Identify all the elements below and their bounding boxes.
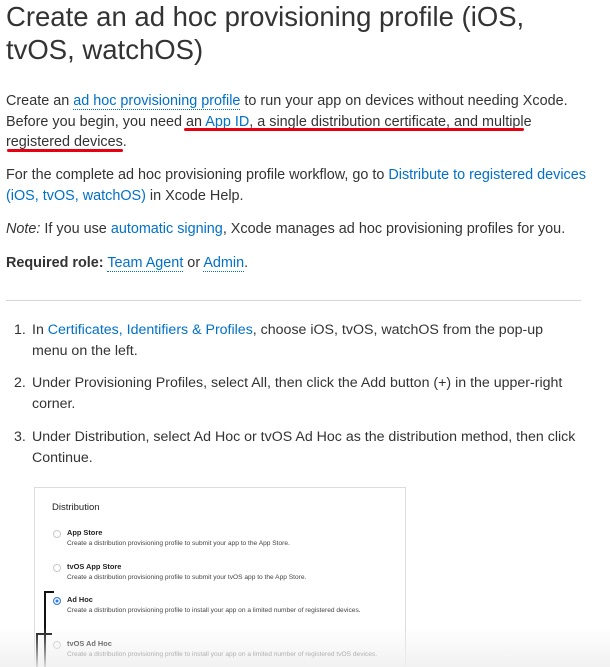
- intro-text: .: [122, 134, 127, 150]
- page-title: Create an ad hoc provisioning profile (i…: [6, 1, 525, 65]
- ad-hoc-profile-link[interactable]: ad hoc provisioning profile: [73, 93, 241, 110]
- option-description: Create a distribution provisioning profi…: [67, 540, 290, 547]
- option-description: Create a distribution provisioning profi…: [67, 651, 378, 658]
- certificates-identifiers-profiles-link[interactable]: Certificates, Identifiers & Profiles: [48, 322, 253, 338]
- radio-button[interactable]: [53, 641, 61, 649]
- note-text: , Xcode manages ad hoc provisioning prof…: [222, 221, 566, 237]
- note-text: If you use: [40, 221, 111, 237]
- option-label: tvOS Ad Hoc: [67, 639, 112, 648]
- red-underline-annotation: [7, 149, 123, 152]
- step-number: 2.: [14, 375, 26, 391]
- required-role-text: or: [183, 255, 204, 271]
- distribution-heading: Distribution: [52, 502, 100, 513]
- step-text-part: In: [32, 322, 48, 338]
- red-underline-annotation: [184, 128, 524, 131]
- automatic-signing-link[interactable]: automatic signing: [111, 221, 223, 237]
- admin-link[interactable]: Admin: [203, 255, 245, 272]
- step-item: 3. Under Distribution, select Ad Hoc or …: [14, 427, 580, 468]
- option-description: Create a distribution provisioning profi…: [67, 607, 361, 614]
- step-text: In Certificates, Identifiers & Profiles,…: [32, 320, 580, 361]
- option-label: Ad Hoc: [67, 595, 93, 604]
- required-role-text: .: [244, 255, 249, 271]
- option-label: tvOS App Store: [67, 562, 122, 571]
- option-label: App Store: [67, 528, 103, 537]
- team-agent-link[interactable]: Team Agent: [107, 255, 184, 272]
- section-divider: [6, 300, 581, 301]
- intro-text: Create an: [6, 93, 74, 109]
- intro-paragraph: Create an ad hoc provisioning profile to…: [6, 91, 596, 153]
- option-description: Create a distribution provisioning profi…: [67, 574, 307, 581]
- step-text: Under Distribution, select Ad Hoc or tvO…: [32, 429, 576, 466]
- step-item: 1. In Certificates, Identifiers & Profil…: [14, 320, 580, 361]
- required-role-paragraph: Required role: Team Agent or Admin.: [6, 253, 596, 274]
- step-text: Under Provisioning Profiles, select All,…: [32, 375, 563, 412]
- radio-button[interactable]: [53, 530, 61, 538]
- workflow-text: For the complete ad hoc provisioning pro…: [6, 167, 389, 183]
- distribution-screenshot-panel: Distribution App Store Create a distribu…: [34, 487, 406, 667]
- note-paragraph: Note: If you use automatic signing, Xcod…: [6, 219, 596, 240]
- step-number: 1.: [14, 322, 26, 338]
- step-number: 3.: [14, 429, 26, 445]
- radio-button-selected[interactable]: [53, 597, 61, 605]
- step-item: 2. Under Provisioning Profiles, select A…: [14, 373, 580, 414]
- workflow-paragraph: For the complete ad hoc provisioning pro…: [6, 165, 596, 206]
- radio-button[interactable]: [53, 564, 61, 572]
- highlight-bracket: [36, 633, 52, 667]
- required-role-label: Required role:: [6, 255, 104, 271]
- note-label: Note:: [6, 221, 41, 237]
- workflow-text: in Xcode Help.: [145, 187, 244, 204]
